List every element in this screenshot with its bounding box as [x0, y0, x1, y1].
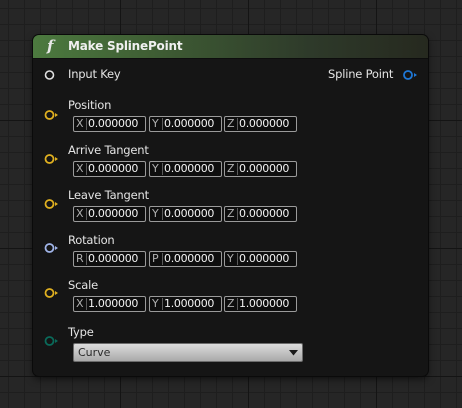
position-z-field[interactable]: Z 0.000000 — [224, 116, 297, 132]
field-value: 0.000000 — [88, 117, 139, 130]
axis-label: X — [76, 117, 87, 131]
field-value: 0.000000 — [88, 162, 139, 175]
input-key-label: Input Key — [68, 67, 121, 81]
field-value: 0.000000 — [239, 162, 290, 175]
axis-label: Y — [152, 117, 163, 131]
chevron-down-icon — [289, 350, 298, 356]
field-value: 0.000000 — [88, 252, 139, 265]
spline-point-label: Spline Point — [328, 67, 394, 81]
axis-label: Z — [227, 297, 238, 311]
field-value: 1.000000 — [239, 297, 290, 310]
pin-input-icon — [44, 154, 58, 164]
make-spline-point-node[interactable]: f Make SplinePoint Input Key Spline Poin… — [33, 35, 428, 376]
scale-y-field[interactable]: Y 1.000000 — [149, 296, 222, 312]
function-icon: f — [47, 37, 54, 55]
type-label: Type — [68, 325, 94, 339]
axis-label: X — [76, 162, 87, 176]
field-value: 0.000000 — [164, 207, 215, 220]
scale-pin[interactable] — [44, 287, 60, 299]
rotation-label: Rotation — [68, 233, 115, 247]
axis-label: Z — [227, 207, 238, 221]
axis-label: X — [76, 207, 87, 221]
node-title: Make SplinePoint — [68, 39, 183, 53]
leave-tangent-z-field[interactable]: Z 0.000000 — [224, 206, 297, 222]
position-y-field[interactable]: Y 0.000000 — [149, 116, 222, 132]
type-pin[interactable] — [44, 335, 60, 347]
position-x-field[interactable]: X 0.000000 — [73, 116, 146, 132]
scale-x-field[interactable]: X 1.000000 — [73, 296, 146, 312]
axis-label: Y — [152, 297, 163, 311]
type-dropdown-value: Curve — [78, 346, 111, 359]
pin-input-icon — [44, 336, 58, 346]
spline-point-pin[interactable] — [402, 69, 418, 81]
axis-label: Y — [152, 207, 163, 221]
arrive-tangent-y-field[interactable]: Y 0.000000 — [149, 161, 222, 177]
scale-label: Scale — [68, 278, 98, 292]
pin-input-icon — [44, 199, 58, 209]
pin-circle-icon — [44, 70, 55, 80]
field-value: 0.000000 — [164, 252, 215, 265]
field-value: 0.000000 — [239, 252, 290, 265]
arrive-tangent-x-field[interactable]: X 0.000000 — [73, 161, 146, 177]
position-pin[interactable] — [44, 109, 60, 121]
rotation-roll-field[interactable]: R 0.000000 — [73, 251, 146, 267]
leave-tangent-x-field[interactable]: X 0.000000 — [73, 206, 146, 222]
field-value: 0.000000 — [239, 117, 290, 130]
arrive-tangent-z-field[interactable]: Z 0.000000 — [224, 161, 297, 177]
field-value: 0.000000 — [88, 207, 139, 220]
position-label: Position — [68, 98, 112, 112]
pin-input-icon — [44, 288, 58, 298]
arrive-tangent-label: Arrive Tangent — [68, 143, 149, 157]
scale-z-field[interactable]: Z 1.000000 — [224, 296, 297, 312]
field-value: 0.000000 — [164, 117, 215, 130]
node-header[interactable]: f Make SplinePoint — [33, 35, 428, 59]
arrive-tangent-pin[interactable] — [44, 153, 60, 165]
field-value: 1.000000 — [164, 297, 215, 310]
field-value: 1.000000 — [88, 297, 139, 310]
input-key-pin[interactable] — [44, 69, 56, 81]
type-dropdown[interactable]: Curve — [73, 343, 303, 362]
pin-input-icon — [44, 243, 58, 253]
pin-output-icon — [403, 70, 417, 80]
axis-label: Z — [227, 162, 238, 176]
field-value: 0.000000 — [239, 207, 290, 220]
axis-label: P — [152, 252, 163, 266]
leave-tangent-label: Leave Tangent — [68, 188, 149, 202]
rotation-pitch-field[interactable]: P 0.000000 — [149, 251, 222, 267]
pin-input-icon — [44, 110, 58, 120]
axis-label: Y — [152, 162, 163, 176]
axis-label: R — [76, 252, 87, 266]
axis-label: Y — [227, 252, 238, 266]
axis-label: X — [76, 297, 87, 311]
leave-tangent-y-field[interactable]: Y 0.000000 — [149, 206, 222, 222]
field-value: 0.000000 — [164, 162, 215, 175]
axis-label: Z — [227, 117, 238, 131]
rotation-pin[interactable] — [44, 242, 60, 254]
rotation-yaw-field[interactable]: Y 0.000000 — [224, 251, 297, 267]
leave-tangent-pin[interactable] — [44, 198, 60, 210]
